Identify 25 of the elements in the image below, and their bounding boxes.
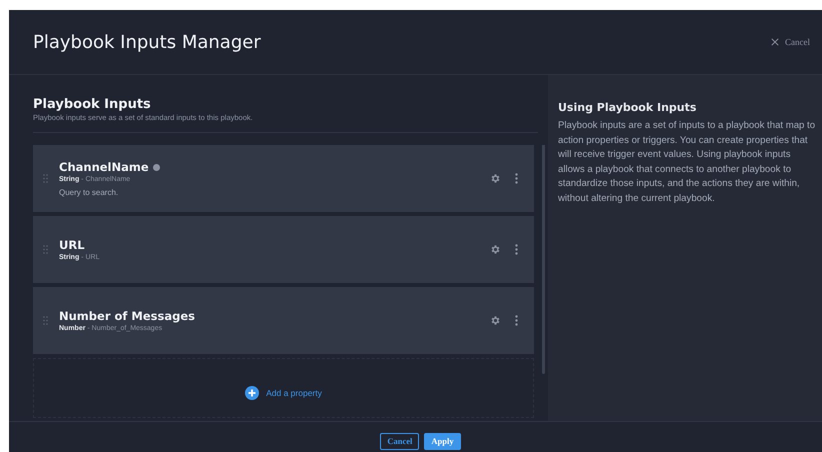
help-text: Playbook inputs are a set of inputs to a playbook that map to action properties or triggers. You can create properties that will receive trigger event values. Using playbook inputs allows a playbook that connects to another playbook to standardize those inputs, and the actions they are within, without altering the current playbook. [558, 119, 816, 206]
dialog-title: Playbook Inputs Manager [33, 32, 261, 52]
settings-icon[interactable] [490, 315, 501, 326]
apply-button[interactable]: Apply [424, 432, 461, 450]
drag-handle-icon[interactable] [43, 316, 48, 325]
input-name: URL [59, 238, 85, 252]
info-icon[interactable] [152, 164, 160, 170]
more-icon[interactable] [515, 173, 518, 184]
drag-handle-icon[interactable] [43, 245, 48, 254]
add-property-button[interactable]: Add a property [245, 386, 322, 400]
plus-icon [245, 386, 260, 400]
drag-handle-icon[interactable] [43, 174, 48, 183]
input-name: Number of Messages [59, 309, 195, 323]
more-icon[interactable] [515, 315, 518, 326]
input-description: Query to search. [59, 188, 120, 197]
close-icon [771, 38, 779, 46]
section-title: Playbook Inputs [33, 97, 152, 112]
cancel-link[interactable]: Cancel [769, 35, 812, 49]
settings-icon[interactable] [490, 173, 501, 184]
cancel-button[interactable]: Cancel [380, 432, 420, 450]
settings-icon[interactable] [490, 244, 501, 255]
help-title: Using Playbook Inputs [558, 101, 698, 114]
scrollbar[interactable] [542, 145, 545, 374]
input-name: ChannelName [59, 160, 149, 174]
more-icon[interactable] [515, 244, 518, 255]
